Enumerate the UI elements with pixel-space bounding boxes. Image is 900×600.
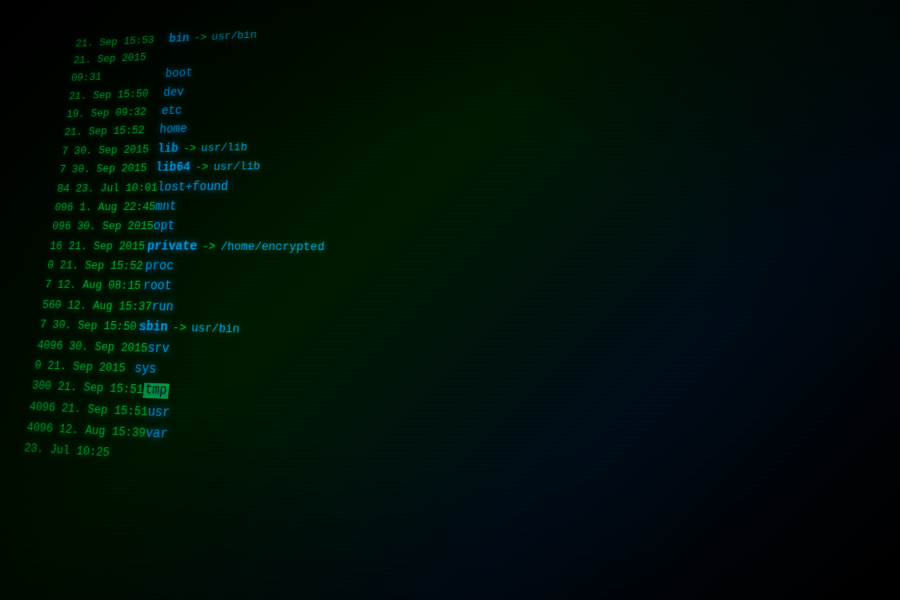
line-filename: lib <box>156 140 179 160</box>
terminal-line: 096 30. Sep 2015 opt <box>51 213 900 237</box>
line-meta: 19. Sep 09:32 <box>65 103 162 123</box>
line-filename: proc <box>144 257 174 277</box>
line-meta: 7 30. Sep 2015 <box>58 160 156 179</box>
line-filename: sbin <box>138 317 169 338</box>
terminal-content: 21. Sep 15:53 bin -> usr/bin21. Sep 2015… <box>0 0 900 600</box>
line-meta: 560 12. Aug 15:37 <box>41 296 152 317</box>
line-filename: root <box>142 277 172 298</box>
line-filename: boot <box>164 64 193 84</box>
line-meta: 23. Jul 10:25 <box>23 439 127 465</box>
line-meta: 7 30. Sep 15:50 <box>39 316 140 337</box>
line-arrow: -> <box>172 319 187 339</box>
line-filename: dev <box>162 83 184 102</box>
line-filename: sys <box>133 359 157 381</box>
line-meta: 21. Sep 15:52 <box>63 122 160 142</box>
line-filename: etc <box>160 102 182 121</box>
line-filename: var <box>144 423 168 446</box>
line-arrow: -> <box>201 238 216 257</box>
line-meta: 16 21. Sep 2015 <box>49 238 149 257</box>
line-filename: opt <box>152 217 175 237</box>
line-meta: 096 1. Aug 22:45 <box>54 198 157 217</box>
terminal-window: 21. Sep 15:53 bin -> usr/bin21. Sep 2015… <box>0 0 900 600</box>
line-filename: lost+found <box>156 177 228 197</box>
lines-container: 21. Sep 15:53 bin -> usr/bin21. Sep 2015… <box>5 0 900 531</box>
line-filename: run <box>151 297 175 318</box>
line-filename: usr <box>147 402 171 425</box>
line-target: usr/bin <box>211 27 258 46</box>
line-arrow: -> <box>194 159 209 177</box>
line-filename: bin <box>168 30 190 49</box>
line-meta: 7 30. Sep 2015 <box>61 141 159 161</box>
line-meta: 84 23. Jul 10:01 <box>56 179 158 198</box>
line-filename: tmp <box>142 380 169 402</box>
line-filename: lib64 <box>154 158 191 178</box>
line-filename: private <box>146 237 198 257</box>
line-filename: home <box>158 120 187 140</box>
line-target: /home/encrypted <box>220 238 325 257</box>
line-filename: srv <box>146 338 170 360</box>
line-arrow: -> <box>182 140 197 158</box>
line-target: usr/bin <box>190 319 240 340</box>
line-target: usr/lib <box>200 139 248 158</box>
highlighted-file: tmp <box>142 383 169 399</box>
line-meta: 7 12. Aug 08:15 <box>44 277 144 297</box>
line-meta: 0 21. Sep 15:52 <box>46 257 146 276</box>
line-arrow: -> <box>193 30 207 48</box>
line-meta: 096 30. Sep 2015 <box>51 218 154 236</box>
line-filename: mnt <box>154 197 177 217</box>
line-target: usr/lib <box>213 158 261 177</box>
